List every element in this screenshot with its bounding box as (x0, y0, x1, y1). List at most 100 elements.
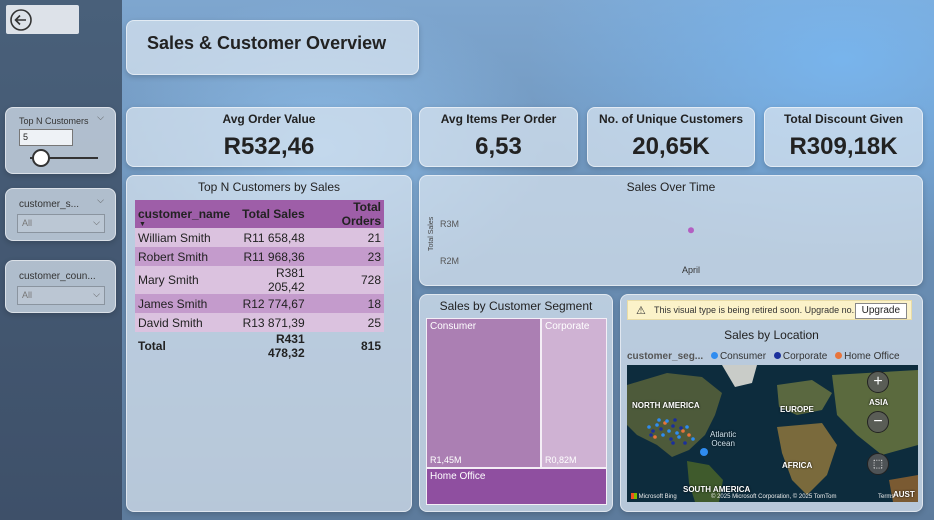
map-location-dot[interactable] (655, 423, 659, 427)
world-map[interactable]: NORTH AMERICA EUROPE ASIA Atlantic Ocean … (627, 365, 918, 502)
map-location-dot[interactable] (651, 429, 655, 433)
kpi-value: 20,65K (632, 133, 710, 160)
map-location-dot[interactable] (687, 433, 691, 437)
map-location-dot[interactable] (673, 418, 677, 422)
top-customers-visual: Top N Customers by Sales customer_name ▼… (126, 175, 412, 512)
cell-total-sales: R11 968,36 (233, 247, 308, 266)
sort-down-icon: ▼ (139, 221, 146, 228)
map-label-africa: AFRICA (782, 461, 813, 470)
y-axis-label: Total Sales (428, 216, 435, 251)
column-header-total-sales[interactable]: Total Sales (233, 200, 308, 228)
map-location-dot[interactable] (669, 437, 673, 441)
map-location-dot[interactable] (647, 425, 651, 429)
map-location-dot[interactable] (661, 433, 665, 437)
map-location-dot[interactable] (671, 424, 675, 428)
kpi-avg-items-per-order[interactable]: Avg Items Per Order 6,53 (419, 107, 578, 167)
treemap-label: Consumer (430, 321, 477, 332)
total-label: Total (138, 339, 166, 353)
map-location-dot[interactable] (677, 435, 681, 439)
map-location-dot[interactable] (691, 437, 695, 441)
map-location-dot[interactable] (685, 425, 689, 429)
column-header-customer-name[interactable]: customer_name ▼ (135, 200, 234, 228)
banner-text: This visual type is being retired soon. … (654, 305, 860, 315)
cell-total-orders: 21 (307, 228, 384, 247)
customer-segment-dropdown[interactable]: All ⌵ (17, 214, 105, 233)
legend-item-corporate[interactable]: Corporate (769, 351, 827, 362)
sales-data-point[interactable] (688, 227, 694, 234)
map-location-dot[interactable] (649, 433, 653, 437)
back-button[interactable] (6, 5, 79, 34)
treemap-cell-home-office[interactable]: Home Office (426, 468, 607, 505)
cell-total-sales: R11 658,48 (233, 228, 308, 247)
map-location-dot[interactable] (659, 427, 663, 431)
table-row[interactable]: Mary Smith R381 205,42 728 (135, 266, 384, 294)
map-label-atlantic-2: Ocean (711, 439, 735, 448)
customer-country-slicer: customer_coun... All ⌵ (5, 260, 116, 313)
legend-item-consumer[interactable]: Consumer (706, 351, 766, 362)
map-location-dot[interactable] (700, 448, 708, 456)
cell-total-sales: R381 205,42 (233, 266, 308, 294)
legend-item-home-office[interactable]: Home Office (830, 351, 900, 362)
chevron-down-icon[interactable]: ⌵ (97, 195, 104, 206)
cell-customer-name: Robert Smith (135, 247, 234, 266)
map-label-asia: ASIA (869, 398, 889, 407)
legend-dot (773, 352, 781, 359)
cell-total-orders: 18 (307, 294, 384, 313)
kpi-label: No. of Unique Customers (598, 112, 743, 126)
map-location-dot[interactable] (665, 419, 669, 423)
map-label-europe: EUROPE (780, 405, 814, 414)
kpi-unique-customers[interactable]: No. of Unique Customers 20,65K (587, 107, 755, 167)
cell-customer-name: David Smith (135, 313, 234, 332)
upgrade-button[interactable]: Upgrade (854, 303, 907, 319)
microsoft-logo-icon (631, 493, 637, 499)
map-label-atlantic: Atlantic Ocean (710, 430, 736, 448)
kpi-total-discount[interactable]: Total Discount Given R309,18K (764, 107, 923, 167)
kpi-label: Avg Items Per Order (440, 112, 557, 126)
map-terms-link[interactable]: Terms (878, 494, 894, 500)
table-row[interactable]: James Smith R12 774,67 18 (135, 294, 384, 313)
map-location-dot[interactable] (671, 441, 675, 445)
select-area-icon[interactable]: ⬚ (867, 453, 889, 475)
top-n-slider-thumb[interactable] (32, 149, 50, 167)
sales-over-time-chart: Total Sales R3M R2M April (428, 216, 700, 275)
chevron-down-icon[interactable]: ⌵ (97, 112, 104, 123)
zoom-in-button[interactable]: + (867, 371, 889, 393)
map-location-dot[interactable] (667, 429, 671, 433)
map-location-dot[interactable] (681, 429, 685, 433)
map-location-dot[interactable] (657, 418, 661, 422)
map-location-dot[interactable] (679, 426, 683, 430)
bing-logo: Microsoft Bing (631, 493, 677, 500)
table-row[interactable]: David Smith R13 871,39 25 (135, 313, 384, 332)
sales-over-time-visual[interactable]: Sales Over Time Total Sales R3M R2M Apri… (419, 175, 923, 286)
column-header-total-orders[interactable]: Total Orders (307, 200, 384, 228)
kpi-avg-order-value[interactable]: Avg Order Value R532,46 (126, 107, 412, 167)
table-row[interactable]: William Smith R11 658,48 21 (135, 228, 384, 247)
map-location-dot[interactable] (683, 441, 687, 445)
treemap-cell-consumer[interactable]: Consumer R1,45M (426, 318, 541, 468)
map-legend: customer_seg... Consumer Corporate Home … (627, 351, 900, 362)
map-location-dot[interactable] (653, 435, 657, 439)
kpi-value: 6,53 (475, 133, 522, 160)
legend-dot (835, 352, 843, 359)
cell-customer-name: William Smith (135, 228, 234, 247)
warning-icon: ⚠ (636, 305, 646, 317)
back-arrow-icon (10, 9, 32, 31)
top-n-input[interactable]: 5 (19, 129, 73, 146)
cell-total-sales: R13 871,39 (233, 313, 308, 332)
retirement-banner: ⚠ This visual type is being retired soon… (627, 300, 912, 320)
customer-country-dropdown[interactable]: All ⌵ (17, 286, 105, 305)
map-label-north-america: NORTH AMERICA (632, 401, 700, 410)
cell-total-sales: R12 774,67 (233, 294, 308, 313)
cell-total-orders: 23 (307, 247, 384, 266)
title-card: Sales & Customer Overview (126, 20, 419, 75)
map-location-dot[interactable] (675, 431, 679, 435)
treemap-cell-corporate[interactable]: Corporate R0,82M (541, 318, 607, 468)
kpi-value: R309,18K (789, 133, 898, 160)
y-tick-label: R3M (440, 219, 459, 229)
map-label-atlantic-1: Atlantic (710, 430, 737, 439)
table-header-row: customer_name ▼ Total Sales Total Orders (135, 200, 384, 228)
table-row[interactable]: Robert Smith R11 968,36 23 (135, 247, 384, 266)
cell-total-orders: 25 (307, 313, 384, 332)
zoom-out-button[interactable]: − (867, 411, 889, 433)
segment-visual: Sales by Customer Segment Consumer R1,45… (419, 294, 613, 512)
